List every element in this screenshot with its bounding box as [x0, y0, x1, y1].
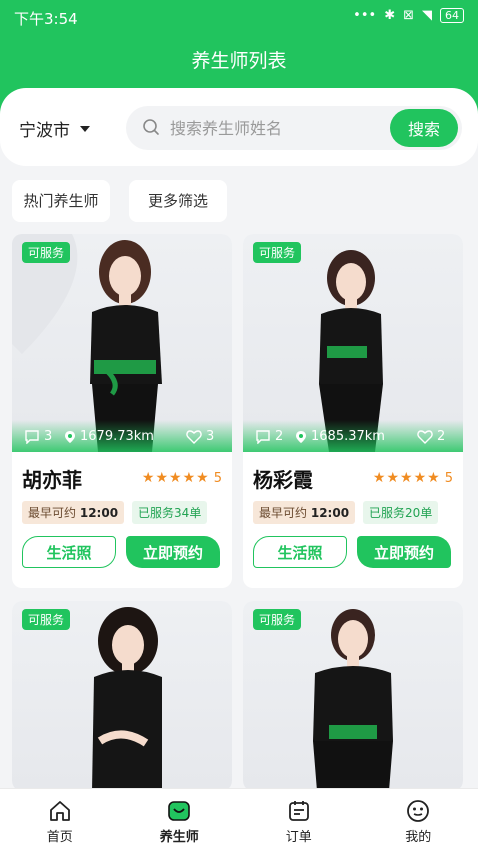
heart-icon	[186, 429, 202, 444]
city-label: 宁波市	[19, 121, 70, 141]
tab-therapists[interactable]: 养生师	[120, 789, 240, 850]
distance-value: 1679.73km	[80, 429, 154, 444]
comment-icon	[256, 429, 270, 444]
tab-label: 首页	[46, 830, 73, 845]
star-icon: ★	[386, 470, 400, 486]
card-actions: 生活照 立即预约	[22, 536, 222, 568]
earliest-time: 12:00	[310, 506, 350, 520]
more-dots-icon: •••	[353, 8, 377, 23]
star-icon: ★	[413, 470, 427, 486]
card-tags: 最早可约 12:00 已服务20单	[253, 501, 453, 524]
likes-stat[interactable]: 2	[417, 429, 445, 444]
search-panel: 宁波市 搜索	[0, 88, 478, 166]
rating-stars: ★ ★ ★ ★ ★ 5	[373, 470, 453, 486]
status-badge: 可服务	[253, 609, 302, 630]
heart-icon	[417, 429, 433, 444]
rating-value: 5	[213, 470, 222, 486]
rating-stars: ★ ★ ★ ★ ★ 5	[142, 470, 222, 486]
earliest-time-tag: 最早可约 12:00	[22, 501, 125, 524]
status-icons: ••• ✱ ⊠ ◥ 64	[353, 8, 464, 23]
likes-count: 3	[206, 429, 215, 444]
wifi-icon: ◥	[422, 8, 432, 23]
page-title: 养生师列表	[191, 50, 287, 72]
tab-home[interactable]: 首页	[0, 789, 120, 850]
status-time: 下午3:54	[14, 10, 78, 28]
orders-icon	[288, 801, 309, 821]
served-count-tag: 已服务34单	[132, 501, 208, 524]
status-bar: 下午3:54 ••• ✱ ⊠ ◥ 64	[0, 0, 478, 34]
star-icon: ★	[182, 470, 196, 486]
location-icon	[65, 430, 75, 443]
card-actions: 生活照 立即预约	[253, 536, 453, 568]
star-icon: ★	[400, 470, 413, 486]
therapist-card[interactable]: 可服务	[243, 601, 463, 791]
likes-count: 2	[437, 429, 446, 444]
star-icon: ★	[427, 470, 440, 486]
city-selector[interactable]: 宁波市	[19, 116, 90, 141]
sim-icon: ⊠	[403, 8, 414, 23]
therapist-card[interactable]: 可服务 3 1679.73km 3 胡亦菲 ★ ★ ★ ★ ★ 5 最早可约 1…	[12, 234, 232, 588]
comments-count: 3	[44, 429, 53, 444]
filter-hot[interactable]: 热门养生师	[12, 180, 110, 222]
earliest-label: 最早可约	[259, 506, 308, 520]
book-now-button[interactable]: 立即预约	[126, 536, 220, 568]
served-count-tag: 已服务20单	[363, 501, 439, 524]
card-tags: 最早可约 12:00 已服务34单	[22, 501, 222, 524]
tab-orders[interactable]: 订单	[239, 789, 359, 850]
tab-label: 养生师	[159, 830, 199, 845]
search-button[interactable]: 搜索	[390, 109, 458, 147]
therapist-card[interactable]: 可服务	[12, 601, 232, 791]
search-box: 搜索	[126, 106, 462, 150]
life-photos-button[interactable]: 生活照	[253, 536, 347, 568]
card-info: 胡亦菲 ★ ★ ★ ★ ★ 5 最早可约 12:00 已服务34单 生活照 立即预约	[12, 452, 232, 588]
likes-stat[interactable]: 3	[186, 429, 214, 444]
search-input[interactable]	[170, 112, 380, 144]
filter-more[interactable]: 更多筛选	[129, 180, 227, 222]
card-info: 杨彩霞 ★ ★ ★ ★ ★ 5 最早可约 12:00 已服务20单 生活照 立即预约	[243, 452, 463, 588]
card-stats: 3 1679.73km 3	[12, 420, 232, 452]
therapist-card[interactable]: 可服务 2 1685.37km 2 杨彩霞 ★ ★ ★ ★ ★ 5 最早可约 1…	[243, 234, 463, 588]
earliest-time-tag: 最早可约 12:00	[253, 501, 356, 524]
tab-label: 订单	[285, 830, 312, 845]
star-icon: ★	[372, 470, 386, 486]
star-icon: ★	[155, 470, 169, 486]
distance-stat: 1679.73km	[64, 429, 154, 444]
book-now-button[interactable]: 立即预约	[357, 536, 451, 568]
star-icon: ★	[169, 470, 182, 486]
therapist-photo[interactable]: 可服务 2 1685.37km 2	[243, 234, 463, 452]
tab-label: 我的	[405, 830, 432, 845]
distance-value: 1685.37km	[311, 429, 385, 444]
star-icon: ★	[141, 470, 155, 486]
search-icon	[143, 119, 159, 135]
therapist-photo[interactable]: 可服务	[243, 601, 463, 791]
status-badge: 可服务	[22, 609, 71, 630]
status-badge: 可服务	[22, 242, 71, 263]
bottom-tab-bar: 首页 养生师 订单 我的	[0, 788, 478, 850]
comment-icon	[25, 429, 39, 444]
rating-value: 5	[444, 470, 453, 486]
face-icon	[407, 800, 430, 822]
card-stats: 2 1685.37km 2	[243, 420, 463, 452]
comments-stat: 3	[24, 429, 52, 444]
home-icon	[49, 801, 70, 821]
earliest-time: 12:00	[79, 506, 119, 520]
bag-icon	[168, 801, 191, 821]
caret-down-icon	[80, 125, 90, 132]
life-photos-button[interactable]: 生活照	[22, 536, 116, 568]
tab-mine[interactable]: 我的	[359, 789, 478, 850]
location-icon	[296, 430, 306, 443]
comments-count: 2	[275, 429, 284, 444]
battery-icon: 64	[440, 8, 464, 23]
comments-stat: 2	[255, 429, 283, 444]
status-badge: 可服务	[253, 242, 302, 263]
therapist-photo[interactable]: 可服务 3 1679.73km 3	[12, 234, 232, 452]
star-icon: ★	[196, 470, 209, 486]
therapist-photo[interactable]: 可服务	[12, 601, 232, 791]
distance-stat: 1685.37km	[295, 429, 385, 444]
earliest-label: 最早可约	[28, 506, 77, 520]
bluetooth-icon: ✱	[384, 8, 396, 23]
